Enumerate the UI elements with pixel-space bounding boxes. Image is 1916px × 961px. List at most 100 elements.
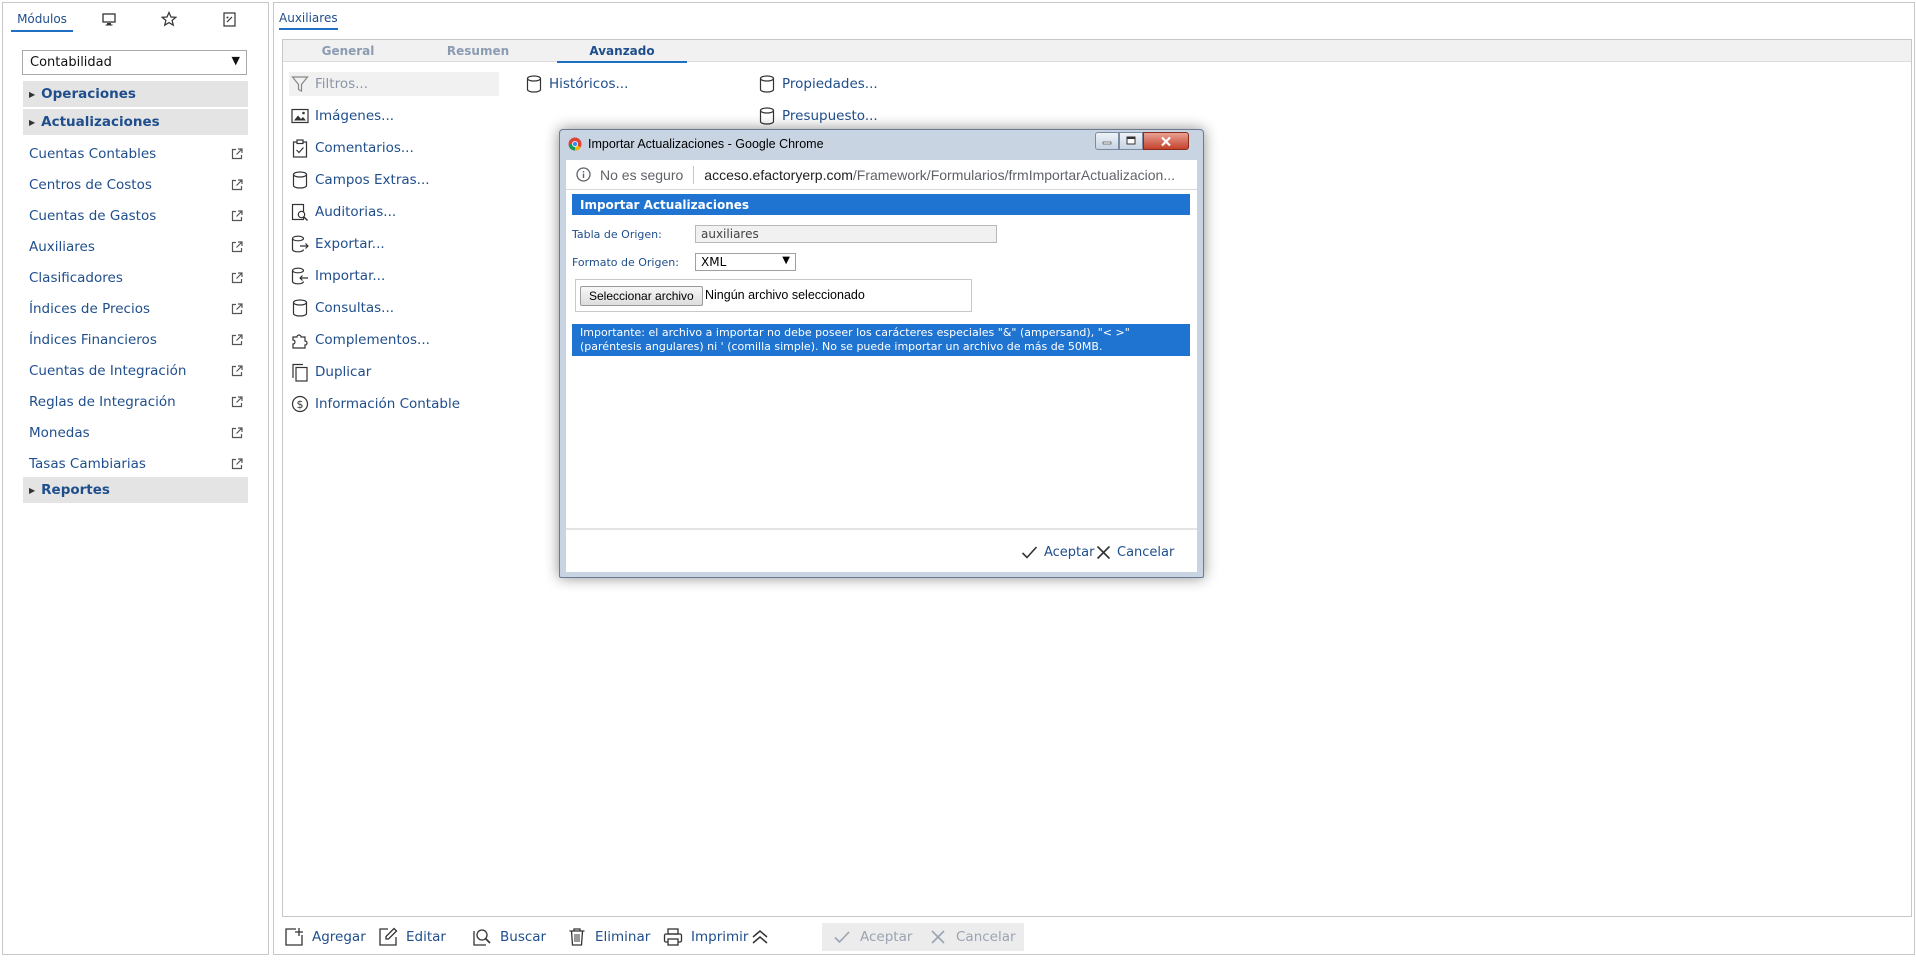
action-informacion-contable[interactable]: $ Información Contable <box>289 392 460 416</box>
menu-item-label: Reglas de Integración <box>29 394 176 410</box>
section-label: Actualizaciones <box>41 114 160 130</box>
dialog-body: Importar Actualizaciones Tabla de Origen… <box>566 190 1197 572</box>
trash-icon <box>565 925 589 949</box>
aceptar-button[interactable]: Aceptar <box>822 923 921 951</box>
external-link-icon[interactable] <box>231 148 243 160</box>
subtab-bar: General Resumen Avanzado <box>283 40 1911 63</box>
menu-item-indices-financieros[interactable]: Índices Financieros <box>29 328 243 352</box>
agregar-button[interactable]: Agregar <box>282 923 366 951</box>
menu-item-label: Clasificadores <box>29 270 123 286</box>
external-link-icon[interactable] <box>231 458 243 470</box>
external-link-icon[interactable] <box>231 396 243 408</box>
puzzle-icon <box>289 329 311 351</box>
subtab-resumen[interactable]: Resumen <box>413 40 543 62</box>
address-bar[interactable]: No es seguro acceso.efactoryerp.com /Fra… <box>566 160 1197 190</box>
module-select[interactable]: Contabilidad ▼ <box>22 50 247 75</box>
select-file-button[interactable]: Seleccionar archivo <box>580 286 703 306</box>
external-link-icon[interactable] <box>231 210 243 222</box>
chrome-logo-icon <box>568 137 582 151</box>
action-campos-extras[interactable]: Campos Extras... <box>289 168 430 192</box>
section-operaciones[interactable]: ▶ Operaciones <box>23 81 248 107</box>
action-presupuesto[interactable]: Presupuesto... <box>756 104 878 128</box>
maximize-button[interactable] <box>1119 132 1143 150</box>
add-icon <box>282 925 306 949</box>
buscar-button[interactable]: Buscar <box>470 923 546 951</box>
menu-item-clasificadores[interactable]: Clasificadores <box>29 266 243 290</box>
action-consultas[interactable]: Consultas... <box>289 296 394 320</box>
import-popup-window: Importar Actualizaciones - Google Chrome… <box>559 129 1204 578</box>
dialog-cancelar-button[interactable]: Cancelar <box>1096 542 1174 562</box>
close-window-button[interactable] <box>1143 132 1189 150</box>
action-propiedades[interactable]: Propiedades... <box>756 72 878 96</box>
menu-item-centros-de-costos[interactable]: Centros de Costos <box>29 173 243 197</box>
external-link-icon[interactable] <box>231 334 243 346</box>
menu-item-indices-de-precios[interactable]: Índices de Precios <box>29 297 243 321</box>
info-icon[interactable] <box>576 167 591 182</box>
menu-item-reglas-de-integracion[interactable]: Reglas de Integración <box>29 390 243 414</box>
collapsed-triangle-icon: ▶ <box>29 485 36 495</box>
action-label: Presupuesto... <box>782 108 878 124</box>
menu-item-tasas-cambiarias[interactable]: Tasas Cambiarias <box>29 452 243 476</box>
minimize-button[interactable] <box>1095 132 1119 150</box>
external-link-icon[interactable] <box>231 303 243 315</box>
tab-auxiliares[interactable]: Auxiliares <box>279 11 338 30</box>
report-icon[interactable] <box>211 3 247 35</box>
action-label: Imágenes... <box>315 108 395 124</box>
menu-item-monedas[interactable]: Monedas <box>29 421 243 445</box>
button-label: Buscar <box>500 929 547 945</box>
menu-item-label: Tasas Cambiarias <box>29 456 146 472</box>
action-complementos[interactable]: Complementos... <box>289 328 430 352</box>
action-historicos[interactable]: Históricos... <box>523 72 628 96</box>
button-label: Eliminar <box>595 929 651 945</box>
menu-item-cuentas-de-integracion[interactable]: Cuentas de Integración <box>29 359 243 383</box>
external-link-icon[interactable] <box>231 365 243 377</box>
menu-item-label: Monedas <box>29 425 90 441</box>
formato-origen-value: XML <box>701 255 727 269</box>
action-label: Duplicar <box>315 364 372 380</box>
dropdown-arrow-icon: ▼ <box>231 54 240 67</box>
close-icon <box>1096 545 1111 560</box>
subtab-general[interactable]: General <box>283 40 413 62</box>
action-filtros[interactable]: Filtros... <box>289 72 499 96</box>
printer-icon <box>661 925 685 949</box>
search-icon <box>470 925 494 949</box>
monitor-icon[interactable] <box>91 3 127 35</box>
tab-modulos[interactable]: Módulos <box>11 3 73 35</box>
action-exportar[interactable]: Exportar... <box>289 232 385 256</box>
tabla-origen-input[interactable]: auxiliares <box>695 225 997 243</box>
subtab-avanzado[interactable]: Avanzado <box>557 40 687 63</box>
external-link-icon[interactable] <box>231 272 243 284</box>
cancelar-button[interactable]: Cancelar <box>918 923 1024 951</box>
action-duplicar[interactable]: Duplicar <box>289 360 371 384</box>
section-actualizaciones[interactable]: ▶ Actualizaciones <box>23 109 248 135</box>
formato-origen-select[interactable]: XML ▼ <box>695 253 796 271</box>
action-comentarios[interactable]: Comentarios... <box>289 136 414 160</box>
action-label: Complementos... <box>315 332 430 348</box>
imprimir-button[interactable]: Imprimir <box>661 923 748 951</box>
editar-button[interactable]: Editar <box>376 923 446 951</box>
action-auditorias[interactable]: Auditorias... <box>289 200 396 224</box>
action-importar[interactable]: Importar... <box>289 264 385 288</box>
action-imagenes[interactable]: Imágenes... <box>289 104 394 128</box>
section-reportes[interactable]: ▶ Reportes <box>23 477 248 503</box>
file-status: Ningún archivo seleccionado <box>705 288 865 302</box>
database-icon <box>289 297 311 319</box>
expand-up-button[interactable] <box>748 923 778 951</box>
external-link-icon[interactable] <box>231 179 243 191</box>
database-icon <box>756 105 778 127</box>
formato-origen-label: Formato de Origen: <box>572 256 679 269</box>
external-link-icon[interactable] <box>231 241 243 253</box>
dialog-aceptar-button[interactable]: Aceptar <box>1021 542 1094 562</box>
menu-item-cuentas-de-gastos[interactable]: Cuentas de Gastos <box>29 204 243 228</box>
double-chevron-up-icon <box>748 925 772 949</box>
star-icon[interactable] <box>151 3 187 35</box>
file-input: Seleccionar archivo Ningún archivo selec… <box>575 279 972 312</box>
database-icon <box>523 73 545 95</box>
external-link-icon[interactable] <box>231 427 243 439</box>
edit-icon <box>376 925 400 949</box>
menu-item-auxiliares[interactable]: Auxiliares <box>29 235 243 259</box>
menu-item-cuentas-contables[interactable]: Cuentas Contables <box>29 142 243 166</box>
button-label: Imprimir <box>691 929 749 945</box>
eliminar-button[interactable]: Eliminar <box>565 923 650 951</box>
tabla-origen-label: Tabla de Origen: <box>572 228 662 241</box>
